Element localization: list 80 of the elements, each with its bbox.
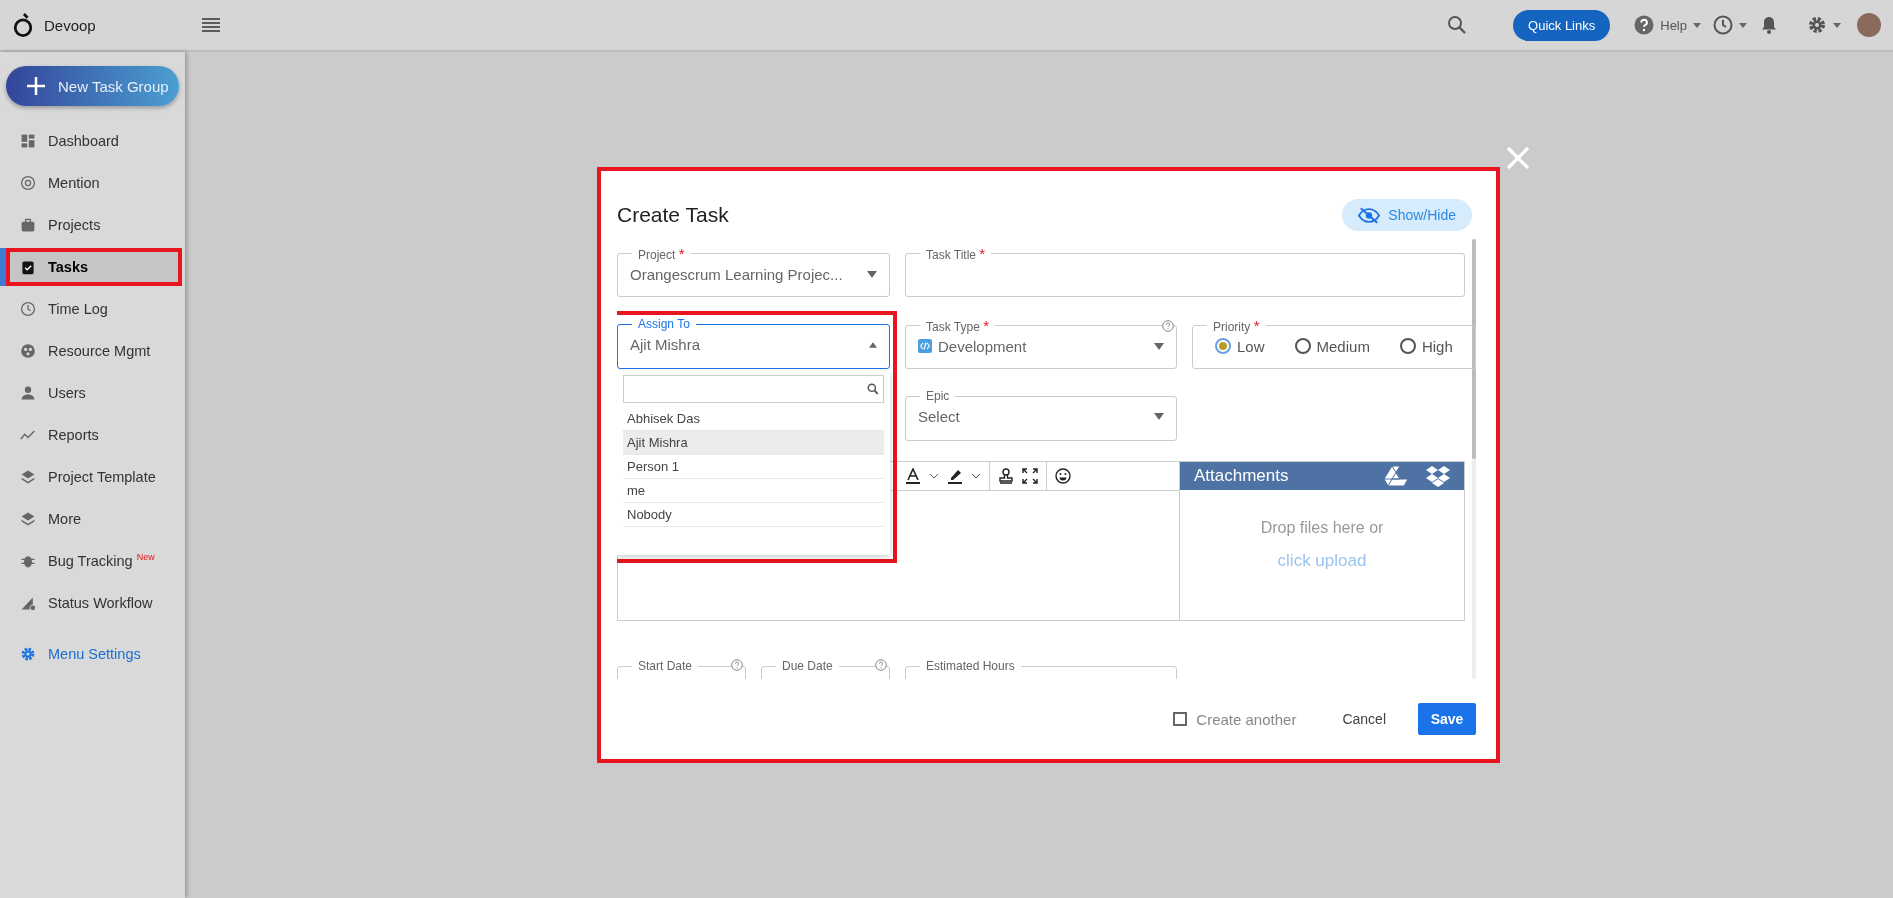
epic-select[interactable]: Epic Select: [905, 389, 1177, 441]
sidebar-item[interactable]: Projects: [6, 206, 182, 244]
gear-icon: [20, 646, 36, 662]
highlighter-icon[interactable]: [947, 468, 963, 484]
estimated-hours-field[interactable]: Estimated Hours: [905, 659, 1177, 679]
task-type-select[interactable]: Task Type * Development: [905, 317, 1177, 369]
nav-icon: [20, 553, 36, 569]
nav-icon: [20, 385, 36, 401]
sidebar-item[interactable]: Reports: [6, 416, 182, 454]
help-menu[interactable]: Help: [1660, 17, 1687, 33]
font-color-icon[interactable]: [905, 468, 921, 484]
help-icon[interactable]: [1162, 320, 1174, 332]
assignee-search-field[interactable]: [623, 375, 884, 403]
priority-radio[interactable]: Medium: [1294, 337, 1370, 355]
date-field[interactable]: Start Date: [617, 659, 746, 679]
assignee-option[interactable]: Person 1: [623, 455, 884, 479]
stamp-icon[interactable]: [998, 468, 1014, 484]
dropdown-arrow-icon: [867, 270, 877, 278]
new-label: New: [136, 552, 155, 562]
brand-name: Devoop: [44, 16, 96, 34]
sidebar-item[interactable]: Resource Mgmt: [6, 332, 182, 370]
dropdown-arrow-icon: [1154, 413, 1164, 420]
assignee-option[interactable]: Ajit Mishra: [623, 431, 884, 455]
attachments-title: Attachments: [1194, 466, 1290, 486]
eye-off-icon: [1358, 206, 1381, 224]
logo-icon: [12, 11, 34, 39]
sidebar-item[interactable]: Time Log: [6, 290, 182, 328]
nav-icon: [20, 301, 36, 317]
chevron-down-icon[interactable]: [929, 473, 939, 479]
box-stack-icon[interactable]: [1426, 465, 1450, 487]
priority-radio[interactable]: High: [1399, 337, 1453, 355]
menu-icon[interactable]: [201, 18, 220, 32]
search-icon: [867, 383, 879, 395]
help-icon[interactable]: [875, 659, 887, 671]
assign-to-select[interactable]: Assign To Ajit Mishra: [617, 317, 890, 369]
nav-icon: [20, 343, 36, 359]
new-task-group-button[interactable]: New Task Group: [6, 66, 179, 106]
sidebar-item[interactable]: Mention: [6, 164, 182, 202]
code-icon: [918, 339, 932, 353]
bell-icon[interactable]: [1759, 15, 1779, 35]
nav-icon: [20, 469, 36, 485]
assignee-option[interactable]: Nobody: [623, 503, 884, 527]
clock-icon[interactable]: [1713, 15, 1733, 35]
gear-icon[interactable]: [1807, 15, 1827, 35]
create-another-checkbox[interactable]: Create another: [1173, 710, 1297, 728]
sidebar-item[interactable]: Bug Tracking $^{New}$: [6, 542, 182, 580]
sidebar-item[interactable]: Status Workflow: [6, 584, 182, 622]
nav-icon: [20, 217, 36, 233]
priority-radio[interactable]: Low: [1215, 337, 1265, 355]
sidebar-item[interactable]: Project Template: [6, 458, 182, 496]
quick-links-button[interactable]: Quick Links: [1513, 9, 1611, 41]
sidebar-item[interactable]: More: [6, 500, 182, 538]
emoji-icon[interactable]: [1055, 468, 1071, 484]
menu-settings-link[interactable]: Menu Settings: [0, 646, 185, 662]
dropdown-arrow-icon: [1154, 342, 1164, 350]
avatar[interactable]: [1857, 13, 1881, 37]
plus-icon: [26, 76, 46, 96]
nav-icon: [20, 511, 36, 527]
caret-icon: [1739, 22, 1747, 28]
search-icon[interactable]: [1447, 15, 1468, 35]
cancel-button[interactable]: Cancel: [1334, 703, 1394, 735]
sidebar-item[interactable]: Users: [6, 374, 182, 412]
sidebar-item[interactable]: Dashboard: [6, 122, 182, 160]
nav-icon: [20, 259, 36, 275]
dropdown-arrow-icon: [869, 341, 877, 348]
date-field[interactable]: Due Date: [761, 659, 890, 679]
save-button[interactable]: Save: [1418, 703, 1476, 735]
caret-icon: [1693, 22, 1701, 28]
chevron-down-icon[interactable]: [971, 473, 981, 479]
nav-icon: [20, 133, 36, 149]
nav-icon: [20, 595, 36, 611]
caret-icon: [1833, 22, 1841, 28]
triangle-drive-icon[interactable]: [1384, 465, 1408, 487]
drop-hint: Drop files here or: [1260, 519, 1384, 537]
assignee-option[interactable]: me: [623, 479, 884, 503]
nav-icon: [20, 175, 36, 191]
fullscreen-icon[interactable]: [1022, 468, 1038, 484]
dialog-title: Create Task: [617, 203, 729, 227]
help-icon[interactable]: [731, 659, 743, 671]
help-icon[interactable]: [1634, 15, 1655, 35]
